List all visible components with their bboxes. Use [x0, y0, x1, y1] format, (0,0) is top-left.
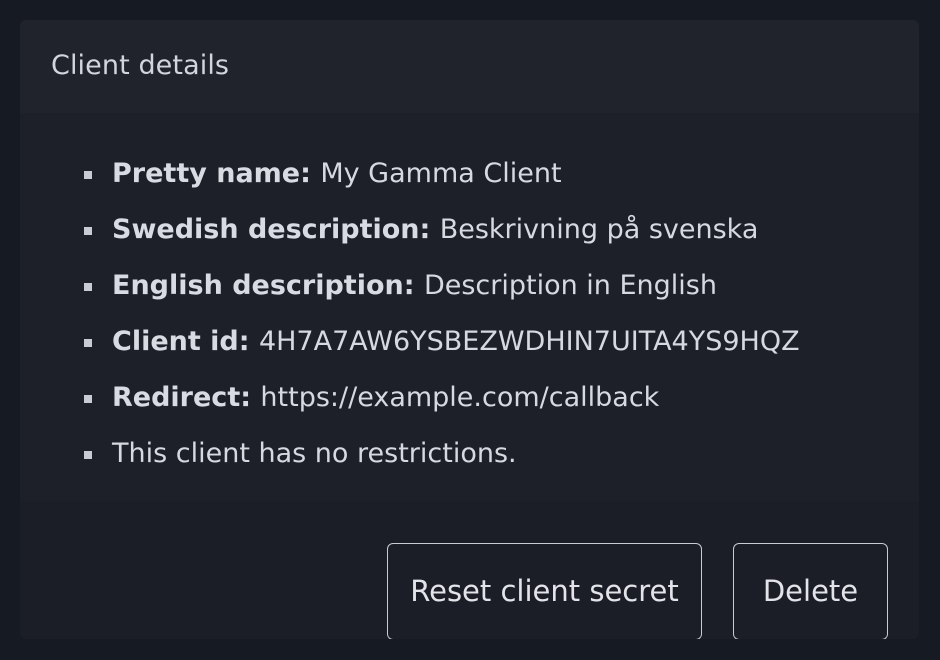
square-bullet-icon	[84, 227, 92, 235]
card-title: Client details	[51, 50, 230, 81]
detail-item-client-id: Client id: 4H7A7AW6YSBEZWDHIN7UITA4YS9HQ…	[84, 322, 800, 378]
card-body: Pretty name: My Gamma Client Swedish des…	[20, 113, 919, 501]
detail-label: Client id:	[112, 326, 259, 357]
square-bullet-icon	[84, 451, 92, 459]
reset-client-secret-button[interactable]: Reset client secret	[387, 543, 702, 639]
square-bullet-icon	[84, 395, 92, 403]
detail-value: Description in English	[423, 270, 717, 301]
detail-value: My Gamma Client	[320, 158, 562, 189]
detail-value: 4H7A7AW6YSBEZWDHIN7UITA4YS9HQZ	[258, 326, 800, 357]
square-bullet-icon	[84, 339, 92, 347]
detail-item-swedish-description: Swedish description: Beskrivning på sven…	[84, 210, 800, 266]
delete-button[interactable]: Delete	[733, 543, 888, 639]
detail-value: https://example.com/callback	[260, 382, 660, 413]
card-footer: Reset client secret Delete	[20, 501, 919, 639]
detail-item-english-description: English description: Description in Engl…	[84, 266, 800, 322]
detail-label: English description:	[112, 270, 424, 301]
detail-label: Redirect:	[112, 382, 261, 413]
detail-value: Beskrivning på svenska	[439, 214, 759, 245]
restrictions-text: This client has no restrictions.	[112, 438, 517, 469]
square-bullet-icon	[84, 171, 92, 179]
card-header: Client details	[20, 20, 919, 113]
client-details-card: Client details Pretty name: My Gamma Cli…	[20, 20, 919, 639]
detail-label: Swedish description:	[112, 214, 440, 245]
detail-label: Pretty name:	[112, 158, 321, 189]
square-bullet-icon	[84, 283, 92, 291]
details-list: Pretty name: My Gamma Client Swedish des…	[84, 154, 800, 490]
detail-item-restrictions: This client has no restrictions.	[84, 434, 800, 490]
detail-item-redirect: Redirect: https://example.com/callback	[84, 378, 800, 434]
detail-item-pretty-name: Pretty name: My Gamma Client	[84, 154, 800, 210]
